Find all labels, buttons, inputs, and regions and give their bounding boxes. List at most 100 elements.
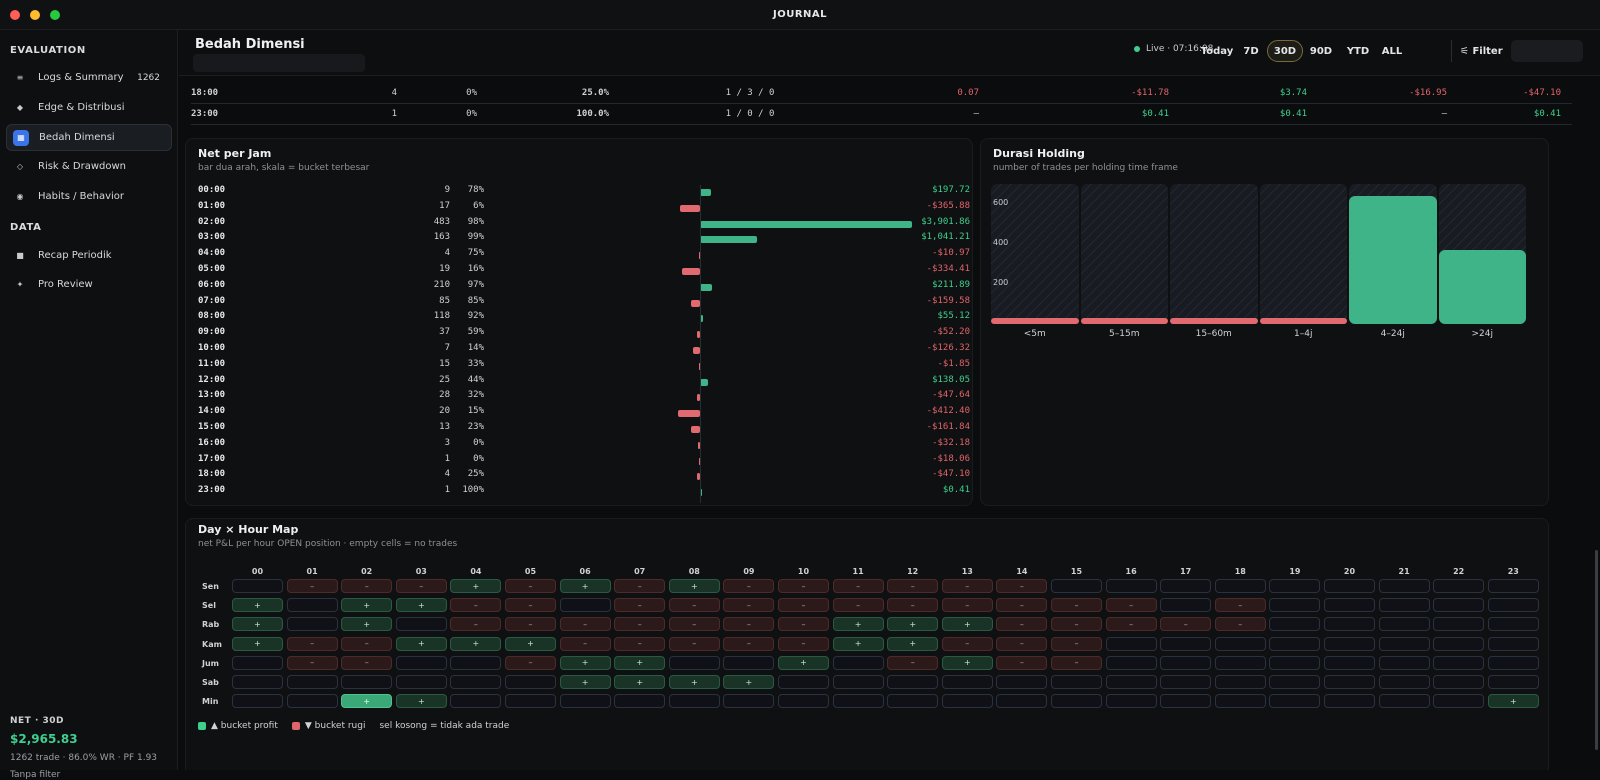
heatmap-cell[interactable] <box>559 598 611 613</box>
heatmap-cell[interactable]: – <box>832 579 884 593</box>
heatmap-cell[interactable] <box>1378 579 1430 593</box>
heatmap-cell[interactable]: – <box>286 655 338 670</box>
heatmap-cell[interactable] <box>1487 579 1539 593</box>
heatmap-cell[interactable]: + <box>559 579 611 593</box>
heatmap-cell[interactable]: + <box>668 579 720 593</box>
heatmap-cell[interactable]: – <box>832 598 884 613</box>
heatmap-cell[interactable] <box>1378 636 1430 651</box>
heatmap-cell[interactable]: + <box>887 636 939 651</box>
heatmap-cell[interactable] <box>286 617 338 632</box>
heatmap-cell[interactable]: – <box>286 636 338 651</box>
heatmap-cell[interactable] <box>614 694 666 709</box>
heatmap-cell[interactable]: + <box>395 598 447 613</box>
heatmap-cell[interactable] <box>832 694 884 709</box>
heatmap-cell[interactable] <box>395 617 447 632</box>
heatmap-cell[interactable]: – <box>1214 617 1266 632</box>
heatmap-cell[interactable] <box>1214 655 1266 670</box>
heatmap-cell[interactable]: + <box>395 694 447 709</box>
sidebar-item-logs-summary[interactable]: ≡ Logs & Summary 1262 <box>6 64 172 91</box>
heatmap-cell[interactable] <box>668 655 720 670</box>
heatmap-cell[interactable]: – <box>1051 636 1102 651</box>
heatmap-cell[interactable]: + <box>614 655 666 670</box>
heatmap-cell[interactable]: + <box>559 675 611 689</box>
heatmap-cell[interactable]: – <box>941 579 993 593</box>
heatmap-cell[interactable]: – <box>341 579 393 593</box>
heatmap-cell[interactable]: – <box>505 579 556 593</box>
heatmap-cell[interactable]: – <box>1105 598 1157 613</box>
heatmap-cell[interactable] <box>1378 598 1430 613</box>
heatmap-cell[interactable]: – <box>668 617 720 632</box>
heatmap-cell[interactable] <box>1433 617 1485 632</box>
heatmap-cell[interactable] <box>887 675 939 689</box>
heatmap-cell[interactable]: – <box>723 579 775 593</box>
heatmap-cell[interactable]: – <box>996 579 1048 593</box>
heatmap-cell[interactable]: + <box>941 617 993 632</box>
heatmap-cell[interactable]: – <box>668 598 720 613</box>
heatmap-cell[interactable] <box>1433 655 1485 670</box>
heatmap-cell[interactable]: – <box>778 636 829 651</box>
heatmap-cell[interactable] <box>505 675 556 689</box>
heatmap-cell[interactable] <box>778 675 829 689</box>
heatmap-cell[interactable] <box>832 655 884 670</box>
heatmap-cell[interactable] <box>1487 675 1539 689</box>
heatmap-cell[interactable] <box>1433 675 1485 689</box>
heatmap-cell[interactable] <box>778 694 829 709</box>
heatmap-cell[interactable] <box>286 675 338 689</box>
heatmap-cell[interactable]: – <box>341 636 393 651</box>
heatmap-cell[interactable] <box>341 675 393 689</box>
heatmap-cell[interactable]: – <box>1051 617 1102 632</box>
heatmap-cell[interactable] <box>1324 655 1375 670</box>
heatmap-cell[interactable] <box>1487 617 1539 632</box>
heatmap-cell[interactable] <box>1105 675 1157 689</box>
heatmap-cell[interactable] <box>1433 598 1485 613</box>
heatmap-cell[interactable]: + <box>832 617 884 632</box>
heatmap-cell[interactable]: + <box>614 675 666 689</box>
sidebar-item-habits-behavior[interactable]: ◉ Habits / Behavior <box>6 183 172 210</box>
heatmap-cell[interactable]: – <box>450 598 502 613</box>
heatmap-cell[interactable]: – <box>778 598 829 613</box>
heatmap-cell[interactable]: + <box>505 636 556 651</box>
heatmap-cell[interactable] <box>1433 694 1485 709</box>
heatmap-cell[interactable] <box>450 675 502 689</box>
range-30d[interactable]: 30D <box>1267 40 1303 62</box>
heatmap-cell[interactable]: + <box>341 598 393 613</box>
heatmap-cell[interactable] <box>1214 636 1266 651</box>
heatmap-cell[interactable] <box>941 694 993 709</box>
heatmap-cell[interactable] <box>1160 694 1212 709</box>
heatmap-cell[interactable] <box>1269 675 1321 689</box>
heatmap-cell[interactable]: – <box>723 617 775 632</box>
heatmap-cell[interactable] <box>1324 598 1375 613</box>
heatmap-cell[interactable] <box>723 694 775 709</box>
heatmap-cell[interactable]: – <box>559 617 611 632</box>
heatmap-cell[interactable] <box>668 694 720 709</box>
heatmap-cell[interactable]: – <box>286 579 338 593</box>
heatmap-cell[interactable]: + <box>941 655 993 670</box>
heatmap-cell[interactable]: – <box>614 617 666 632</box>
sidebar-item-recap-periodik[interactable]: ■ Recap Periodik <box>6 242 172 269</box>
range-7d[interactable]: 7D <box>1243 40 1259 62</box>
sidebar-item-risk-drawdown[interactable]: ◇ Risk & Drawdown <box>6 153 172 180</box>
heatmap-cell[interactable] <box>1269 694 1321 709</box>
heatmap-cell[interactable]: – <box>996 636 1048 651</box>
heatmap-cell[interactable]: – <box>887 598 939 613</box>
heatmap-cell[interactable]: – <box>887 579 939 593</box>
heatmap-cell[interactable] <box>1105 694 1157 709</box>
heatmap-cell[interactable] <box>1269 636 1321 651</box>
heatmap-cell[interactable] <box>1051 675 1102 689</box>
heatmap-cell[interactable]: + <box>232 598 283 613</box>
heatmap-cell[interactable]: + <box>395 636 447 651</box>
heatmap-cell[interactable]: – <box>1214 598 1266 613</box>
heatmap-cell[interactable]: + <box>1487 694 1539 709</box>
heatmap-cell[interactable] <box>286 694 338 709</box>
heatmap-cell[interactable] <box>941 675 993 689</box>
heatmap-cell[interactable]: + <box>232 617 283 632</box>
heatmap-cell[interactable]: + <box>778 655 829 670</box>
filter-button[interactable]: ⚟ Filter <box>1451 40 1503 62</box>
heatmap-cell[interactable] <box>395 655 447 670</box>
heatmap-cell[interactable] <box>1105 579 1157 593</box>
heatmap-cell[interactable] <box>1160 655 1212 670</box>
heatmap-cell[interactable] <box>450 694 502 709</box>
heatmap-cell[interactable] <box>1160 579 1212 593</box>
range-90d[interactable]: 90D <box>1307 40 1335 62</box>
header-extra-control[interactable] <box>1511 40 1583 62</box>
